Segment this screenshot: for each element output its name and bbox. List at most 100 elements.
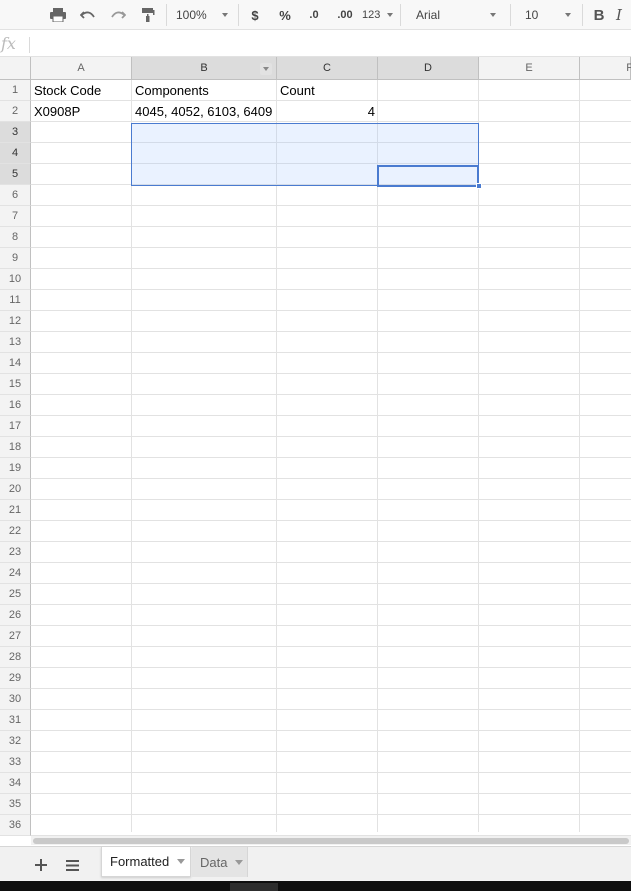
row-header-14[interactable]: 14	[0, 353, 31, 374]
cell-c2[interactable]: 4	[277, 102, 378, 122]
row-header-16[interactable]: 16	[0, 395, 31, 416]
row-header-26[interactable]: 26	[0, 605, 31, 626]
italic-button[interactable]: I	[616, 0, 631, 30]
cell-b2[interactable]: 4045, 4052, 6103, 6409	[132, 102, 277, 122]
zoom-value: 100%	[176, 8, 207, 22]
cell-a2[interactable]: X0908P	[31, 102, 132, 122]
active-cell-d5[interactable]	[377, 165, 479, 187]
row-header-25[interactable]: 25	[0, 584, 31, 605]
row-header-2[interactable]: 2	[0, 101, 31, 122]
row-header-27[interactable]: 27	[0, 626, 31, 647]
all-sheets-icon[interactable]	[60, 853, 84, 877]
row-gridline	[31, 268, 631, 269]
paint-format-icon[interactable]	[138, 0, 158, 30]
row-header-13[interactable]: 13	[0, 332, 31, 353]
row-header-29[interactable]: 29	[0, 668, 31, 689]
row-gridline	[31, 415, 631, 416]
row-header-1[interactable]: 1	[0, 80, 31, 101]
column-header-c[interactable]: C	[277, 57, 378, 80]
bold-button[interactable]: B	[590, 0, 608, 30]
font-size-select[interactable]: 10	[525, 0, 575, 30]
formula-input[interactable]	[32, 34, 627, 54]
row-header-4[interactable]: 4	[0, 143, 31, 164]
row-gridline	[31, 793, 631, 794]
row-header-22[interactable]: 22	[0, 521, 31, 542]
undo-icon[interactable]	[78, 0, 98, 30]
chevron-down-icon[interactable]	[235, 859, 244, 865]
sheet-tab-bar: Formatted Data	[0, 846, 631, 881]
row-header-7[interactable]: 7	[0, 206, 31, 227]
row-header-32[interactable]: 32	[0, 731, 31, 752]
row-header-11[interactable]: 11	[0, 290, 31, 311]
select-all-corner[interactable]	[0, 57, 31, 80]
decrease-decimal-button[interactable]: .0	[303, 0, 325, 30]
percent-format-button[interactable]: %	[275, 0, 295, 30]
row-gridline	[31, 457, 631, 458]
row-gridline	[31, 226, 631, 227]
zoom-select[interactable]: 100%	[176, 0, 232, 30]
fill-handle[interactable]	[476, 183, 482, 189]
toolbar-separator	[400, 4, 401, 26]
row-header-17[interactable]: 17	[0, 416, 31, 437]
row-header-33[interactable]: 33	[0, 752, 31, 773]
toolbar-separator	[582, 4, 583, 26]
row-header-28[interactable]: 28	[0, 647, 31, 668]
row-header-15[interactable]: 15	[0, 374, 31, 395]
row-header-6[interactable]: 6	[0, 185, 31, 206]
row-gridline	[31, 394, 631, 395]
row-header-8[interactable]: 8	[0, 227, 31, 248]
currency-format-button[interactable]: $	[246, 0, 264, 30]
horizontal-scrollbar[interactable]	[31, 835, 631, 845]
row-header-34[interactable]: 34	[0, 773, 31, 794]
row-header-5[interactable]: 5	[0, 164, 31, 185]
row-header-36[interactable]: 36	[0, 815, 31, 836]
toolbar-separator	[238, 4, 239, 26]
toolbar: 100% $ % .0 .00 123 Arial 10 B I	[0, 0, 631, 30]
column-header-e[interactable]: E	[479, 57, 580, 80]
row-gridline	[31, 310, 631, 311]
row-header-3[interactable]: 3	[0, 122, 31, 143]
more-formats-button[interactable]: 123	[362, 0, 394, 30]
column-header-d[interactable]: D	[378, 57, 479, 80]
sheet-tab-formatted[interactable]: Formatted	[101, 847, 191, 877]
redo-icon[interactable]	[108, 0, 128, 30]
cell-a1[interactable]: Stock Code	[31, 81, 132, 101]
row-gridline	[31, 331, 631, 332]
column-header-f[interactable]: F	[580, 57, 631, 80]
increase-decimal-button[interactable]: .00	[332, 0, 358, 30]
row-gridline	[31, 730, 631, 731]
print-icon[interactable]	[48, 0, 68, 30]
row-header-20[interactable]: 20	[0, 479, 31, 500]
cell-b1[interactable]: Components	[132, 81, 277, 101]
row-gridline	[31, 247, 631, 248]
toolbar-separator	[166, 4, 167, 26]
row-header-21[interactable]: 21	[0, 500, 31, 521]
chevron-down-icon[interactable]	[177, 859, 186, 864]
row-gridline	[31, 520, 631, 521]
row-header-35[interactable]: 35	[0, 794, 31, 815]
column-header-a[interactable]: A	[31, 57, 132, 80]
column-menu-icon[interactable]	[260, 63, 272, 75]
row-header-18[interactable]: 18	[0, 437, 31, 458]
row-gridline	[31, 352, 631, 353]
row-gridline	[31, 541, 631, 542]
row-header-12[interactable]: 12	[0, 311, 31, 332]
row-header-24[interactable]: 24	[0, 563, 31, 584]
add-sheet-icon[interactable]	[29, 853, 53, 877]
row-header-23[interactable]: 23	[0, 542, 31, 563]
row-header-31[interactable]: 31	[0, 710, 31, 731]
scrollbar-thumb[interactable]	[33, 838, 629, 844]
row-header-19[interactable]: 19	[0, 458, 31, 479]
font-family-select[interactable]: Arial	[416, 0, 500, 30]
row-gridline	[31, 499, 631, 500]
row-header-9[interactable]: 9	[0, 248, 31, 269]
row-header-10[interactable]: 10	[0, 269, 31, 290]
cell-grid[interactable]	[31, 80, 631, 832]
cell-c1[interactable]: Count	[277, 81, 378, 101]
sheet-tab-data[interactable]: Data	[192, 847, 248, 877]
chevron-down-icon	[565, 13, 571, 17]
row-header-30[interactable]: 30	[0, 689, 31, 710]
row-gridline	[31, 289, 631, 290]
column-header-b[interactable]: B	[132, 57, 277, 80]
row-gridline	[31, 772, 631, 773]
